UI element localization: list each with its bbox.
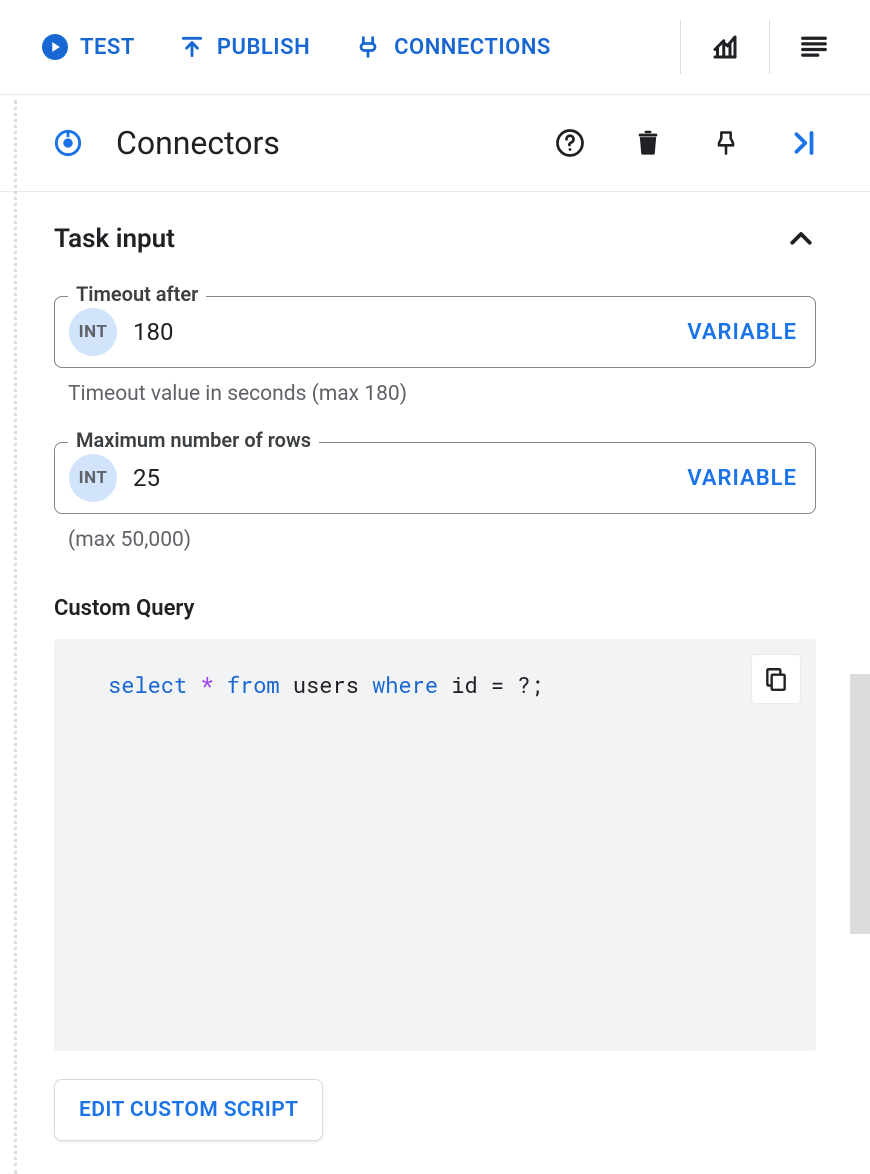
- custom-query-label: Custom Query: [54, 596, 816, 621]
- connector-icon: [54, 129, 82, 157]
- analytics-button[interactable]: [697, 19, 753, 75]
- panel-title: Connectors: [116, 124, 514, 162]
- max-rows-field-label: Maximum number of rows: [68, 428, 319, 452]
- connections-button-label: CONNECTIONS: [394, 35, 551, 60]
- pin-button[interactable]: [704, 121, 748, 165]
- help-circle-icon: [555, 128, 585, 158]
- publish-icon: [179, 34, 205, 60]
- chevron-up-icon: [786, 224, 816, 254]
- chevrons-right-end-icon: [789, 128, 819, 158]
- custom-query-code: select * from users where id = ?;: [108, 667, 752, 702]
- edit-custom-script-button-label: EDIT CUSTOM SCRIPT: [79, 1098, 298, 1122]
- vertical-scrollbar-thumb[interactable]: [850, 674, 870, 934]
- pin-icon: [712, 129, 740, 157]
- max-rows-variable-button[interactable]: VARIABLE: [687, 466, 797, 491]
- timeout-variable-button[interactable]: VARIABLE: [687, 320, 797, 345]
- logs-button[interactable]: [786, 19, 842, 75]
- align-left-lines-icon: [799, 32, 829, 62]
- collapse-panel-button[interactable]: [782, 121, 826, 165]
- test-button[interactable]: TEST: [24, 26, 153, 68]
- help-button[interactable]: [548, 121, 592, 165]
- copy-query-button[interactable]: [752, 655, 800, 703]
- toolbar-divider-2: [769, 20, 770, 74]
- task-input-section-toggle[interactable]: Task input: [54, 216, 816, 260]
- trash-icon: [634, 129, 662, 157]
- connections-icon: [354, 33, 382, 61]
- section-title: Task input: [54, 224, 175, 254]
- timeout-input[interactable]: [131, 317, 673, 347]
- play-circle-icon: [42, 34, 68, 60]
- panel-header: Connectors: [0, 95, 870, 192]
- delete-button[interactable]: [626, 121, 670, 165]
- publish-button[interactable]: PUBLISH: [161, 26, 328, 68]
- bar-chart-icon: [710, 32, 740, 62]
- max-rows-helper-text: (max 50,000): [54, 528, 816, 552]
- timeout-field: Timeout after INT VARIABLE Timeout value…: [54, 296, 816, 406]
- panel-body: Task input Timeout after INT VARIABLE Ti…: [0, 192, 870, 1141]
- int-type-badge: INT: [69, 454, 117, 502]
- copy-icon: [763, 666, 789, 692]
- max-rows-field: Maximum number of rows INT VARIABLE (max…: [54, 442, 816, 552]
- publish-button-label: PUBLISH: [217, 35, 310, 60]
- max-rows-input[interactable]: [131, 463, 673, 493]
- custom-query-code-area: select * from users where id = ?;: [54, 639, 816, 1051]
- top-toolbar: TEST PUBLISH CONNECTIONS: [0, 0, 870, 95]
- timeout-helper-text: Timeout value in seconds (max 180): [54, 382, 816, 406]
- test-button-label: TEST: [80, 35, 135, 60]
- int-type-badge: INT: [69, 308, 117, 356]
- connections-button[interactable]: CONNECTIONS: [336, 25, 569, 69]
- toolbar-divider: [680, 20, 681, 74]
- timeout-field-label: Timeout after: [68, 282, 206, 306]
- edit-custom-script-button[interactable]: EDIT CUSTOM SCRIPT: [54, 1079, 323, 1141]
